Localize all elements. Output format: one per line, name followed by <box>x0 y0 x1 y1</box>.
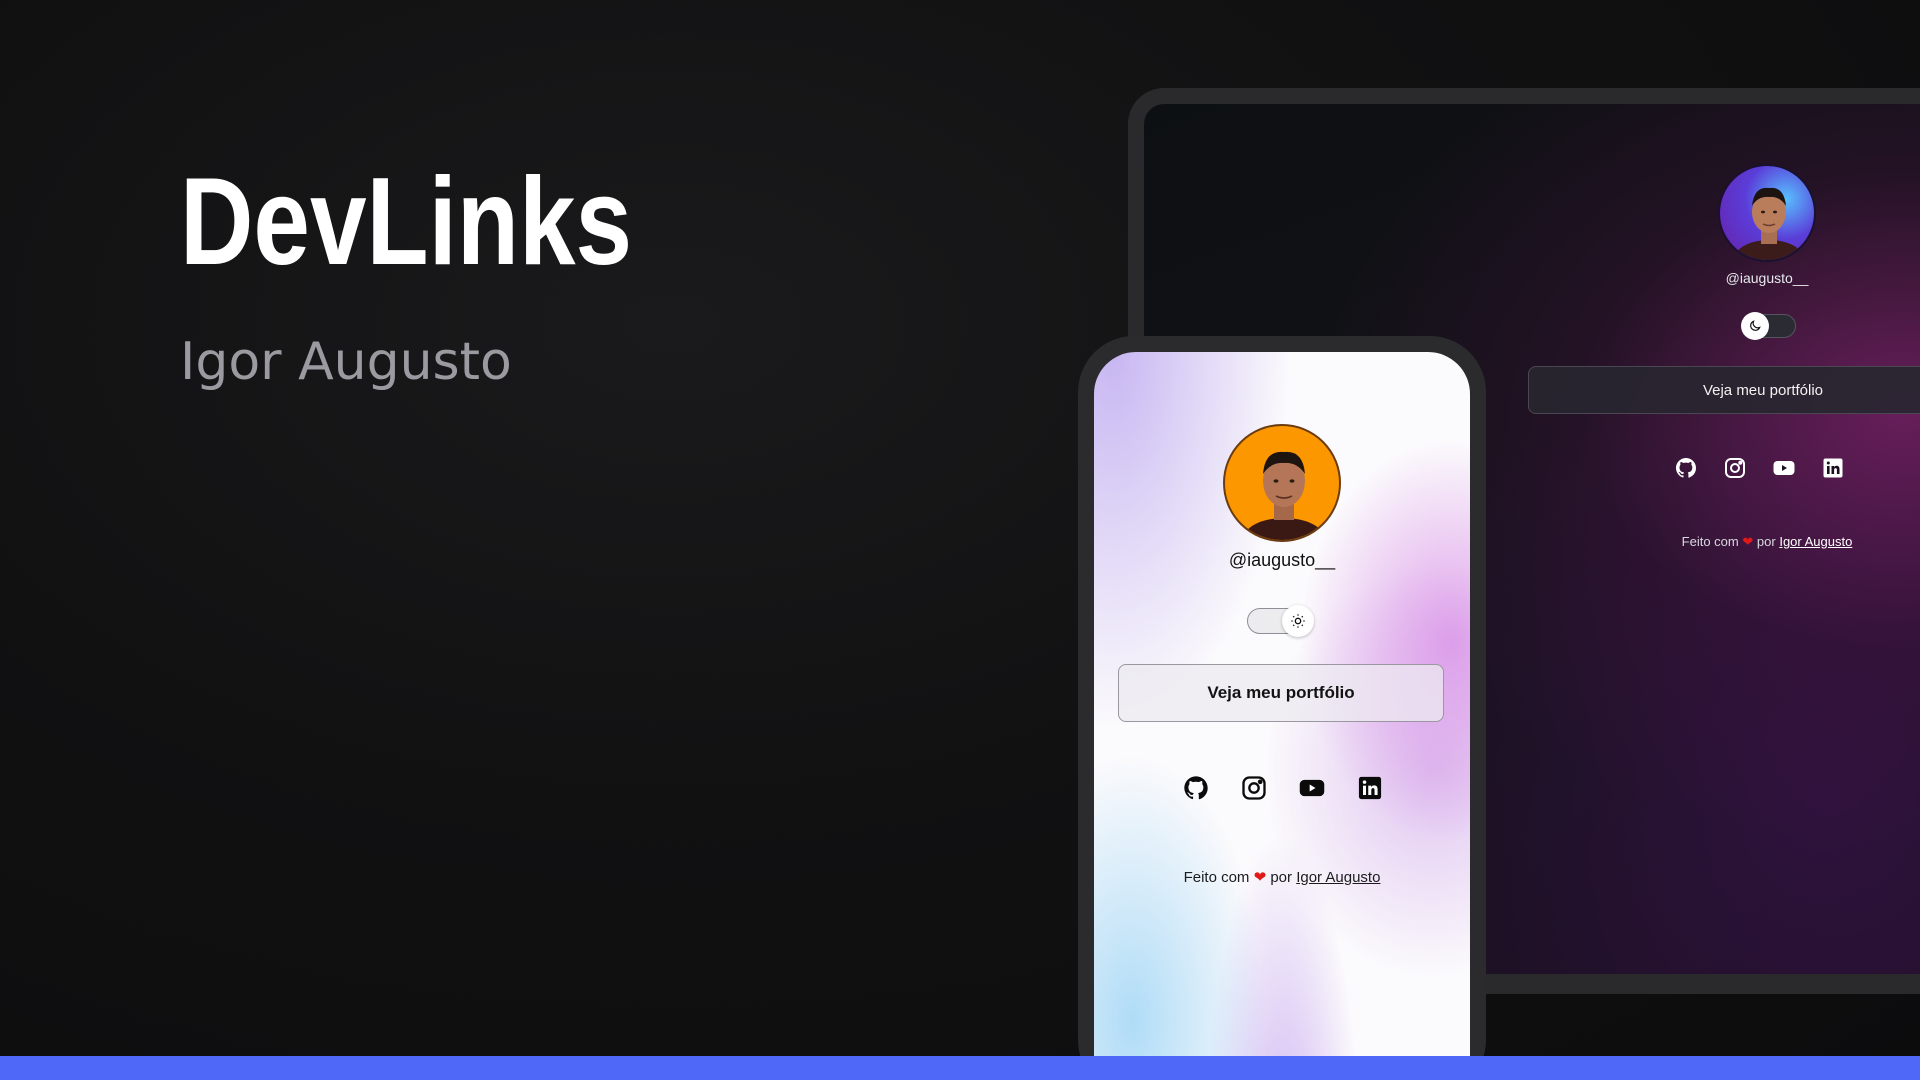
profile-handle: @iaugusto__ <box>1228 550 1336 570</box>
author-link[interactable]: Igor Augusto <box>1779 534 1852 549</box>
sun-icon <box>1282 605 1314 637</box>
youtube-icon[interactable] <box>1298 774 1326 802</box>
phone-screen: @iaugusto__ Veja meu portfólio Feito com… <box>1094 352 1470 1080</box>
moon-icon <box>1741 312 1769 340</box>
hero: DevLinks Igor Augusto <box>180 160 731 392</box>
author-link[interactable]: Igor Augusto <box>1296 869 1380 886</box>
social-links <box>1674 456 1845 480</box>
accent-bar <box>0 1056 1920 1080</box>
footer-middle: por <box>1270 869 1293 886</box>
portfolio-button[interactable]: Veja meu portfólio <box>1118 664 1444 722</box>
page-title: DevLinks <box>180 153 633 291</box>
github-icon[interactable] <box>1674 456 1698 480</box>
footer-credit: Feito com ❤ por Igor Augusto <box>1094 868 1470 886</box>
footer-credit: Feito com ❤ por Igor Augusto <box>1528 534 1920 550</box>
linkedin-icon[interactable] <box>1356 774 1384 802</box>
social-links <box>1182 774 1384 802</box>
linkedin-icon[interactable] <box>1821 456 1845 480</box>
phone-mockup: @iaugusto__ Veja meu portfólio Feito com… <box>1078 336 1486 1080</box>
avatar <box>1718 164 1816 262</box>
heart-icon: ❤ <box>1253 869 1267 886</box>
portfolio-button[interactable]: Veja meu portfólio <box>1528 366 1920 414</box>
instagram-icon[interactable] <box>1240 774 1268 802</box>
footer-prefix: Feito com <box>1681 534 1739 549</box>
page-subtitle: Igor Augusto <box>180 332 512 392</box>
youtube-icon[interactable] <box>1772 456 1796 480</box>
theme-toggle[interactable] <box>1741 312 1796 340</box>
profile-handle: @iaugusto__ <box>1725 270 1809 286</box>
theme-toggle[interactable] <box>1247 605 1314 637</box>
instagram-icon[interactable] <box>1723 456 1747 480</box>
footer-prefix: Feito com <box>1183 869 1250 886</box>
footer-middle: por <box>1756 534 1776 549</box>
heart-icon: ❤ <box>1742 534 1754 549</box>
github-icon[interactable] <box>1182 774 1210 802</box>
avatar <box>1223 424 1341 542</box>
